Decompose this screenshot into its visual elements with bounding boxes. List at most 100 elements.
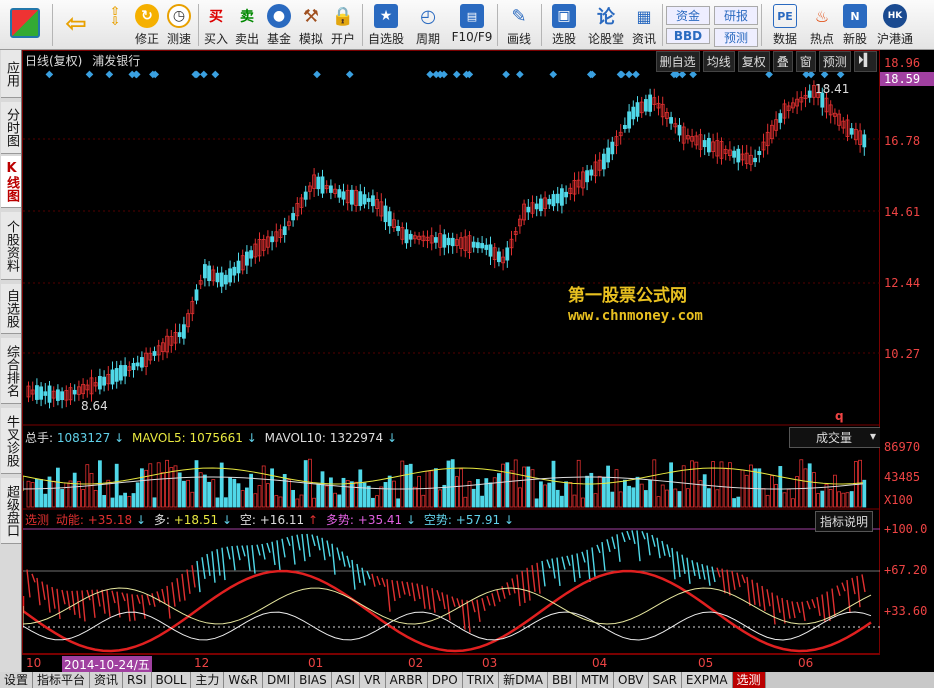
simulate-button[interactable]: ⚒ 模拟 [297,2,325,48]
volume-bar [547,482,552,508]
volume-bar [463,496,468,508]
buy-button[interactable]: 买 买入 [202,2,230,48]
sidebar-tab-profile[interactable]: 个股资料 [1,212,21,280]
watchlist-button[interactable]: ★ 自选股 [366,2,406,48]
indicator-hatch [741,574,746,584]
tab-expma[interactable]: EXPMA [681,672,733,688]
indicator-hatch [761,585,766,611]
indicator-name[interactable]: 选测 [25,513,49,527]
money-button[interactable]: 资金 BBD [666,2,710,48]
volume-bar [568,482,573,508]
volume-bar [438,489,443,508]
tab-trix[interactable]: TRIX [462,672,500,688]
indicator-help-button[interactable]: 指标说明 [815,511,874,532]
indicator-hatch [241,545,246,557]
f10-button[interactable]: ▤ F10/F9 [450,2,494,48]
tab-boll[interactable]: BOLL [151,672,192,688]
chart-canvas[interactable]: ◆◆ ◆◆ ◆ ◆◆ ◆◆ ◆ ◆◆ ◆◆◆ ◆ ◆◆◆ ◆◆ ◆ ◆ ◆◆◆ ◆◆ ◆◆ ◆ ◆◆◆ ◆ ◆ ◆◆◆ ◆ [23,51,881,655]
window-button[interactable]: 窗 [795,51,816,72]
signal-diamond: ◆ [86,69,94,80]
volume-bar [379,486,384,508]
sidebar-tab-diagnosis[interactable]: 牛叉诊股 [1,408,21,474]
indicator-hatch [261,543,266,560]
sell-button[interactable]: 卖 卖出 [233,2,261,48]
volume-bar [114,463,119,508]
stock-picker-button[interactable]: ▣ 选股 [545,2,583,48]
hotspot-button[interactable]: ♨ 热点 [807,2,837,48]
tab-bbi[interactable]: BBI [547,672,577,688]
predict-button[interactable]: 预测 [818,51,851,72]
hk-connect-button[interactable]: HK 沪港通 [873,2,917,48]
volume-indicator-select[interactable]: 成交量 ▾ [789,427,881,448]
indicator-hatch [301,533,306,562]
volume-bar [328,477,333,508]
new-stock-button[interactable]: N 新股 [840,2,870,48]
indicator-hatch [311,534,316,547]
sidebar-tab-level2[interactable]: 超级盘口 [1,478,21,544]
tab-news[interactable]: 资讯 [90,672,124,688]
candle-body [303,191,308,200]
tab-new-dma[interactable]: 新DMA [499,672,548,688]
watermark-url: www.chnmoney.com [568,308,703,324]
news-button[interactable]: ▦ 资讯 [629,2,659,48]
indicator-hatch [841,582,846,592]
draw-button[interactable]: ✎ 画线 [500,2,538,48]
indicator-hatch [426,586,431,610]
candle-body [849,128,854,135]
tab-obv[interactable]: OBV [614,672,649,688]
overlay-button[interactable]: 叠 [772,51,793,72]
volume-bar [820,490,825,508]
tab-arbr[interactable]: ARBR [385,672,428,688]
tab-vr[interactable]: VR [360,672,386,688]
down-arrow-icon: ↓ [114,431,125,445]
volume-bar [354,481,359,508]
tab-wr[interactable]: W&R [224,672,263,688]
indicator-hatch [381,577,386,587]
sidebar-tab-kline[interactable]: K线图 [1,156,21,208]
tab-xuance[interactable]: 选测 [732,672,766,688]
expand-icon[interactable]: ⏵▍ [853,51,877,72]
candle-body [631,106,636,120]
sidebar-tab-intraday[interactable]: 分时图 [1,102,21,154]
tab-rsi[interactable]: RSI [123,672,152,688]
candle-body [349,189,354,205]
volume-bar [236,483,241,508]
tab-asi[interactable]: ASI [331,672,361,688]
chart-area[interactable]: ◆ ◆ ◆ ◆ ◆ ◆ ◆ ◆ ◆ ◆ ◆ ◆ ◆ ◆ ◆ ◆ ◆ ◆ ◆ ◆ ◆ ◆ ◆ ◆ ◆ ◆ ◆ ◆ ◆ ◆ ◆ ◆ ◆ ◆ ◆ ◆ ◆ ◆ ◆ ◆… [22,50,881,655]
adjust-button[interactable]: 复权 [737,51,770,72]
tab-mtm[interactable]: MTM [576,672,614,688]
data-button[interactable]: PE 数据 [765,2,805,48]
volume-bar [618,491,623,508]
period-button[interactable]: ◴ 周期 [410,2,446,48]
tab-dmi[interactable]: DMI [262,672,296,688]
correct-button[interactable]: ↻ 修正 [132,2,162,48]
forum-button[interactable]: 论 论股堂 [587,2,625,48]
sidebar-tab-app[interactable]: 应用 [1,50,21,98]
sidebar-tab-watchlist[interactable]: 自选股 [1,284,21,334]
volume-bar [265,483,270,508]
volume-bar [589,472,594,508]
tab-indicator-platform[interactable]: 指标平台 [33,672,91,688]
tab-dpo[interactable]: DPO [427,672,463,688]
up-down-button[interactable]: ⇧ ⇩ [100,2,130,48]
back-button[interactable]: ⇦ [58,2,94,48]
tab-bias[interactable]: BIAS [295,672,332,688]
open-account-button[interactable]: 🔒 开户 [329,2,357,48]
sidebar-tab-ranking[interactable]: 综合排名 [1,338,21,404]
app-logo-icon[interactable] [4,2,46,48]
tab-main-force[interactable]: 主力 [191,672,225,688]
fund-button[interactable]: ● 基金 [265,2,293,48]
tab-settings[interactable]: 设置 [0,672,34,688]
forum-icon: 论 [597,7,615,28]
date-label: 06 [798,656,814,670]
speedtest-button[interactable]: ◷ 测速 [164,2,194,48]
volume-bar [635,476,640,508]
remove-watchlist-button[interactable]: 删自选 [655,51,700,72]
research-button[interactable]: 研报 预测 [714,2,758,48]
indicator-hatch [446,594,451,621]
tab-sar[interactable]: SAR [648,672,682,688]
period-title[interactable]: 日线(复权) [25,54,82,68]
ma-button[interactable]: 均线 [702,51,735,72]
sell-label: 卖出 [234,32,259,46]
candle-body [702,140,707,148]
